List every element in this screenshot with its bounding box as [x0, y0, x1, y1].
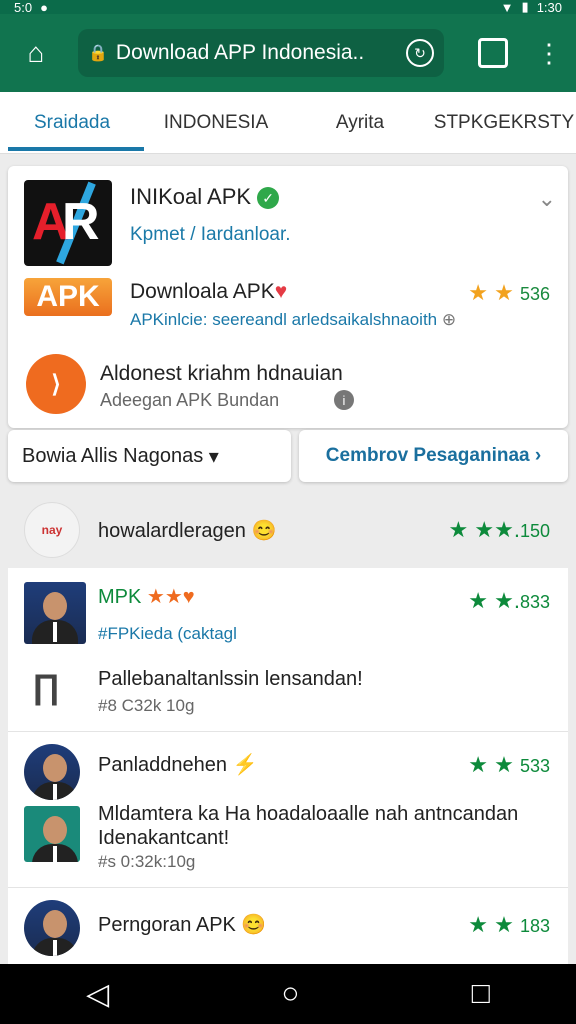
- app-photo: [24, 582, 86, 644]
- chevron-down-icon[interactable]: ⌄: [538, 186, 556, 212]
- battery-icon: ▮: [521, 0, 529, 14]
- list-item-rating: ★ ★ 533: [468, 752, 550, 777]
- list-item-meta-2: #8 C32k 10g: [98, 696, 195, 715]
- status-bar: 5:0 ● ▼ ▮ 1:30: [0, 0, 576, 15]
- sync-icon[interactable]: ↻: [406, 39, 434, 67]
- featured-description: APKinlcie: seereandl arledsaikalshnaoith…: [130, 310, 457, 329]
- featured-title-2[interactable]: Downloala APK♥: [130, 280, 287, 304]
- filter-dropdown-label: Bowia Allis Nagonas: [22, 444, 204, 467]
- tab-indonesia[interactable]: INDONESIA: [144, 92, 288, 153]
- app-avatar: [24, 900, 80, 956]
- home-icon[interactable]: ⌂: [6, 23, 66, 83]
- list-item-title: Perngoran APK 😊: [98, 914, 267, 936]
- app-photo: [24, 806, 80, 862]
- featured-subtitle-3: Adeegan APK Bundan: [100, 390, 280, 410]
- list-item-meta: #FPKieda (caktagl: [98, 624, 237, 643]
- featured-subtitle[interactable]: Kpmet / Iardanloar.: [130, 224, 291, 246]
- boot-icon: ∏: [32, 668, 60, 706]
- section-header: nay howalardleragen 😊 ★ ★★.150: [0, 496, 576, 564]
- category-tabs: Sraidada INDONESIA Ayrita STPKGEKRSTY: [0, 92, 576, 154]
- info-icon[interactable]: i: [334, 390, 354, 410]
- chevron-right-icon: ›: [534, 445, 542, 466]
- back-icon[interactable]: ◁: [86, 977, 109, 1012]
- link-icon: ⊕: [441, 310, 457, 329]
- apk-logo: APK: [24, 278, 112, 316]
- featured-title[interactable]: INIKoal APK ✓: [130, 184, 280, 210]
- app-logo-orange: ⟩: [26, 354, 86, 414]
- featured-rating: ★ ★ 536: [468, 280, 550, 305]
- section-name[interactable]: howalardleragen 😊: [98, 518, 276, 543]
- status-left-text: 5:0: [14, 0, 33, 15]
- list-item-title: MPK ★★♥: [98, 586, 195, 608]
- list-item-rating: ★ ★.833: [468, 588, 550, 613]
- ar-logo: AR: [24, 180, 112, 266]
- list-item-title: Panladdnehen ⚡: [98, 754, 258, 776]
- url-bar[interactable]: 🔒 Download APP Indonesia.. ↻: [78, 29, 444, 77]
- list-item-rating: ★ ★ 183: [468, 912, 550, 937]
- recents-icon[interactable]: □: [472, 977, 490, 1011]
- tab-sraidada[interactable]: Sraidada: [0, 92, 144, 153]
- list-item[interactable]: MPK ★★♥ #FPKieda (caktagl ★ ★.833 ∏ Pall…: [8, 568, 568, 732]
- wifi-icon: ▼: [500, 0, 514, 15]
- heart-icon: ♥: [274, 280, 288, 303]
- list-item[interactable]: Perngoran APK 😊 ★ ★ 183: [8, 888, 568, 964]
- next-button[interactable]: Cembrov Pesaganinaa ›: [299, 430, 568, 482]
- tab-ayrita[interactable]: Ayrita: [288, 92, 432, 153]
- list-item-title-2: Mldamtera ka Ha hoadaloaalle nah antncan…: [98, 803, 519, 849]
- list-item-title-2: Pallebanaltanlssin lensandan!: [98, 668, 363, 690]
- app-list: MPK ★★♥ #FPKieda (caktagl ★ ★.833 ∏ Pall…: [8, 568, 568, 964]
- next-button-label: Cembrov Pesaganinaa: [325, 445, 530, 466]
- url-text: Download APP Indonesia..: [115, 41, 365, 64]
- app-avatar: [24, 744, 80, 800]
- notification-icon: ●: [40, 0, 48, 15]
- lock-icon: 🔒: [88, 45, 108, 62]
- list-item[interactable]: Panladdnehen ⚡ ★ ★ 533 Mldamtera ka Ha h…: [8, 732, 568, 888]
- list-item-meta-2: #s 0:32k:10g: [98, 852, 196, 871]
- status-time: 1:30: [536, 0, 562, 15]
- section-rating: ★ ★★.150: [448, 517, 550, 542]
- tabs-icon[interactable]: [478, 38, 508, 68]
- verified-icon: ✓: [257, 187, 280, 210]
- featured-card: AR INIKoal APK ✓ Kpmet / Iardanloar. ⌄ AP…: [8, 166, 568, 428]
- browser-toolbar: ⌂ 🔒 Download APP Indonesia.. ↻ ⋮: [0, 14, 576, 92]
- filter-dropdown-button[interactable]: Bowia Allis Nagonas ▾: [8, 430, 291, 482]
- featured-title-3[interactable]: Aldonest kriahm hdnauian: [100, 362, 343, 386]
- android-nav-bar: ◁ ○ □: [0, 964, 576, 1024]
- section-avatar: nay: [24, 502, 80, 558]
- action-buttons: Bowia Allis Nagonas ▾ Cembrov Pesaganina…: [8, 430, 568, 482]
- home-nav-icon[interactable]: ○: [281, 977, 299, 1011]
- more-vert-icon[interactable]: ⋮: [536, 40, 562, 66]
- tab-stpkgekrsty[interactable]: STPKGEKRSTY: [432, 92, 576, 153]
- chevron-down-icon: ▾: [203, 445, 219, 468]
